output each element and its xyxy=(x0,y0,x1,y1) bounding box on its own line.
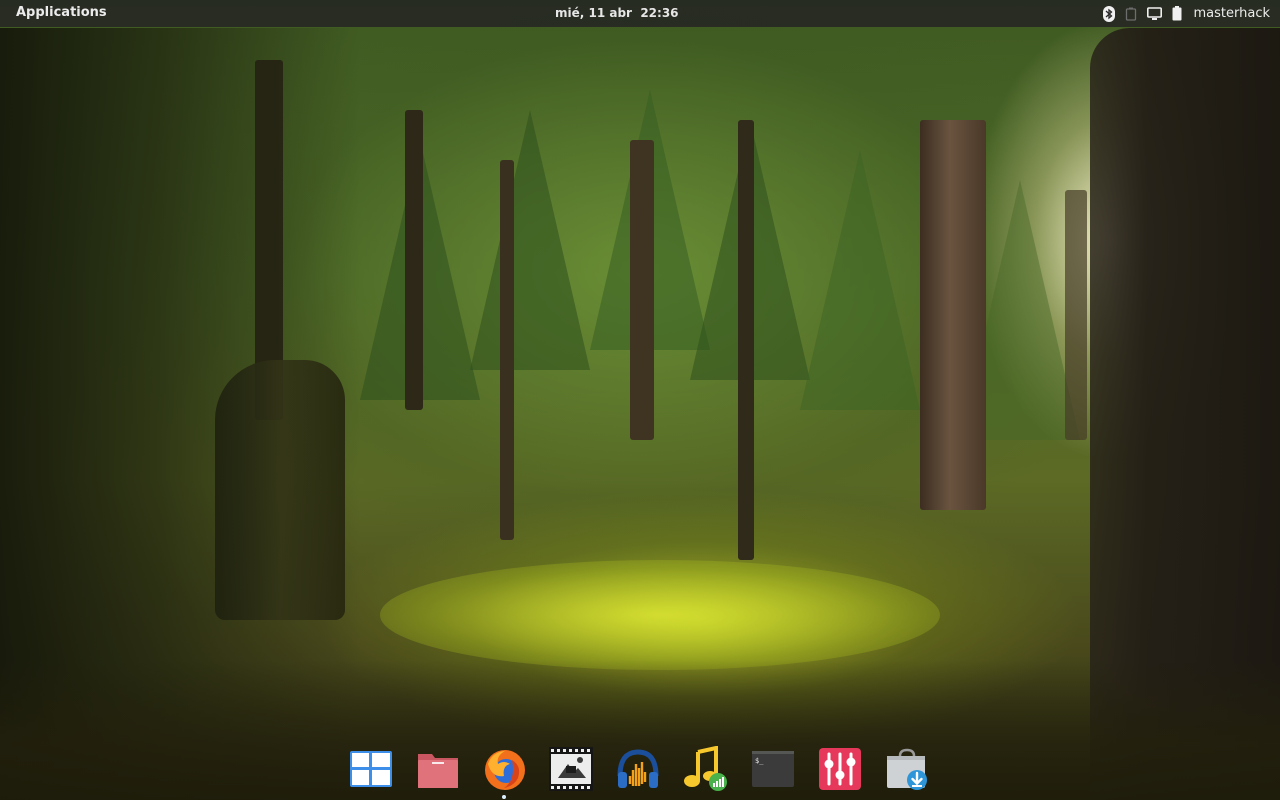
dock-item-files[interactable] xyxy=(415,746,461,792)
wallpaper-trunk xyxy=(405,110,423,410)
dock-item-multitasking-view[interactable] xyxy=(348,746,394,792)
firefox-icon xyxy=(485,750,525,790)
top-panel: Applications mié, 11 abr 22:36 masterhac… xyxy=(0,0,1280,27)
wallpaper-trunk xyxy=(630,140,654,440)
terminal-icon: $_ xyxy=(752,751,794,787)
dock-item-appcenter[interactable] xyxy=(884,746,930,792)
dock-item-equalizer[interactable] xyxy=(817,746,863,792)
multitasking-view-icon xyxy=(350,751,392,787)
user-menu[interactable]: masterhack xyxy=(1194,0,1271,27)
wallpaper-trunk xyxy=(500,160,514,540)
running-indicator xyxy=(502,795,506,799)
wallpaper-trunk xyxy=(738,120,754,560)
battery-icon[interactable] xyxy=(1172,0,1182,27)
applications-menu-button[interactable]: Applications xyxy=(16,5,107,20)
wallpaper-tree xyxy=(470,110,590,370)
desktop-wallpaper xyxy=(0,0,1280,800)
dock-item-music[interactable] xyxy=(682,745,728,792)
dock-item-video-editor[interactable] xyxy=(548,746,594,792)
network-icon[interactable] xyxy=(1125,0,1137,27)
files-icon xyxy=(418,754,458,788)
dock: $_ xyxy=(340,740,940,796)
display-icon[interactable] xyxy=(1146,0,1162,27)
clock-indicator[interactable]: mié, 11 abr 22:36 xyxy=(555,6,679,20)
wallpaper-trunk xyxy=(1065,190,1087,440)
video-editor-icon xyxy=(549,747,593,791)
audio-headphones-icon xyxy=(617,749,659,788)
wallpaper-tree xyxy=(800,150,920,410)
wallpaper-trunk xyxy=(920,120,986,510)
music-icon xyxy=(684,745,727,791)
indicator-area: masterhack xyxy=(1093,0,1271,27)
bluetooth-icon[interactable] xyxy=(1102,0,1115,27)
dock-item-terminal[interactable]: $_ xyxy=(750,746,796,792)
wallpaper-moss xyxy=(380,560,940,670)
dock-item-firefox[interactable] xyxy=(482,746,528,792)
equalizer-icon xyxy=(819,748,861,790)
dock-item-audio-editor[interactable] xyxy=(615,746,661,792)
appcenter-download-icon xyxy=(887,748,927,790)
terminal-prompt-glyph: $_ xyxy=(755,757,764,765)
